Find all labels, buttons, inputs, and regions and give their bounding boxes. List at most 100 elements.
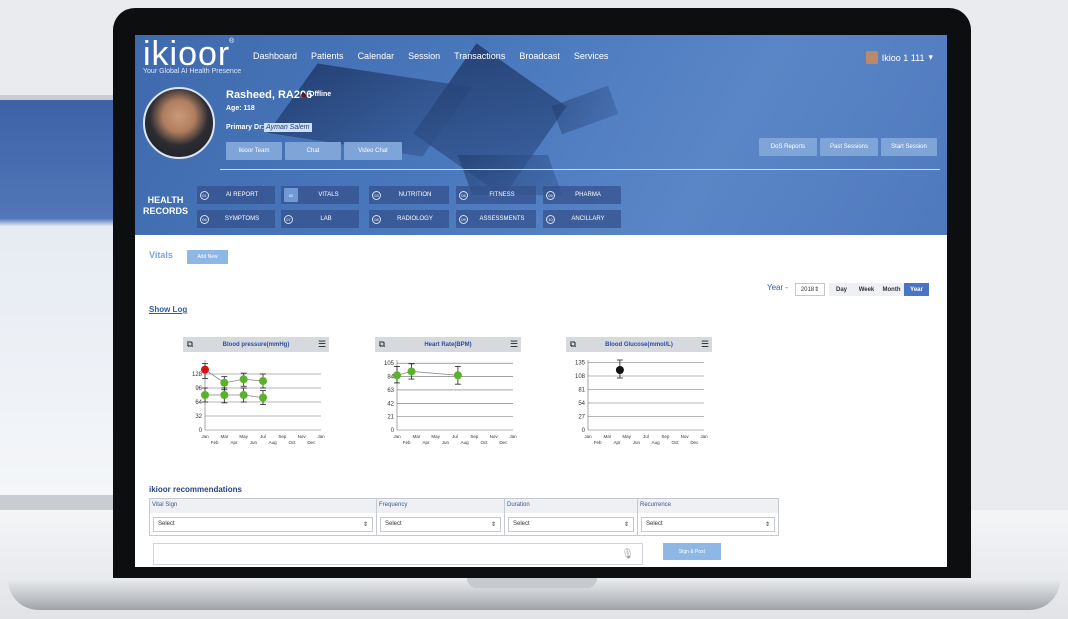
add-new-button[interactable]: Add New <box>187 250 228 264</box>
health-records-label: HEALTH RECORDS <box>143 195 188 217</box>
tab-lab[interactable]: 07 LAB <box>281 210 359 228</box>
user-menu[interactable]: Ikioo 1 111 ▾ <box>865 51 933 64</box>
menu-icon[interactable]: ☰ <box>315 339 329 350</box>
frequency-select[interactable]: Select ⇕ <box>380 516 501 532</box>
nav-services[interactable]: Services <box>574 51 609 61</box>
expand-icon[interactable]: ⧉ <box>375 339 389 350</box>
data-point <box>259 377 267 385</box>
cell: Select ⇕ <box>377 513 505 535</box>
duration-select[interactable]: Select ⇕ <box>508 516 634 532</box>
menu-icon[interactable]: ☰ <box>507 339 521 350</box>
x-tick-label: Dec <box>307 440 316 445</box>
tab-label: SYMPTOMS <box>224 216 260 222</box>
nav-session[interactable]: Session <box>408 51 440 61</box>
select-caret-icon: ⇕ <box>362 521 368 528</box>
y-tick-label: 21 <box>387 415 394 421</box>
menu-icon[interactable]: ☰ <box>698 339 712 350</box>
registered-mark: ® <box>229 38 235 45</box>
year-select[interactable]: 2018 ⇕ <box>795 283 825 296</box>
tab-assessments[interactable]: 09 ASSESSMENTS <box>456 210 536 228</box>
period-day[interactable]: Day <box>829 283 854 296</box>
data-point <box>239 375 248 384</box>
select-caret-icon: ⇕ <box>764 521 770 528</box>
tab-radiology[interactable]: 08 RADIOLOGY <box>369 210 449 228</box>
x-tick-label: Nov <box>298 434 307 439</box>
tab-vitals[interactable]: 02 VITALS <box>281 186 359 204</box>
select-value: Select <box>158 521 175 527</box>
tab-number: 01 <box>200 190 209 200</box>
nav-patients[interactable]: Patients <box>311 51 344 61</box>
chart-title: Blood Glucose(mmol/L) <box>605 341 673 348</box>
laptop-notch <box>467 578 597 588</box>
nav-calendar[interactable]: Calendar <box>358 51 395 61</box>
x-tick-label: Nov <box>681 434 690 439</box>
x-tick-label: Jan <box>317 434 325 439</box>
dos-reports-button[interactable]: DoS Reports <box>759 138 817 156</box>
nav-dashboard[interactable]: Dashboard <box>253 51 297 61</box>
health-records-line1: HEALTH <box>147 195 184 205</box>
y-tick-label: 81 <box>578 388 585 394</box>
show-log-link[interactable]: Show Log <box>149 305 187 314</box>
y-tick-label: 135 <box>575 361 586 367</box>
patient-age: Age: 118 <box>226 105 255 112</box>
tab-label: FITNESS <box>489 192 515 198</box>
period-year[interactable]: Year <box>904 283 929 296</box>
recommendation-note-input[interactable]: 🎙 <box>153 543 643 565</box>
tab-nutrition[interactable]: 03 NUTRITION <box>369 186 449 204</box>
tab-fitness[interactable]: 04 FITNESS <box>456 186 536 204</box>
primary-dr-name[interactable]: Ayman Salem <box>264 123 312 132</box>
tab-number: 10 <box>546 214 555 224</box>
x-tick-label: Jul <box>452 434 458 439</box>
tab-number: 06 <box>200 214 209 224</box>
microphone-icon[interactable]: 🎙 <box>621 549 634 560</box>
series-line <box>205 394 264 399</box>
col-recurrence: Recurrence <box>640 502 672 508</box>
vitals-title: Vitals <box>149 250 173 260</box>
cell: Select ⇕ <box>638 513 778 535</box>
main-nav: Dashboard Patients Calendar Session Tran… <box>253 51 608 61</box>
year-value: 2018 <box>800 286 815 293</box>
tab-label: PHARMA <box>575 192 601 198</box>
tab-number: 05 <box>546 190 555 200</box>
x-tick-label: May <box>431 434 440 439</box>
vital-sign-select[interactable]: Select ⇕ <box>153 516 373 532</box>
chevron-down-icon: ▾ <box>928 52 933 62</box>
user-name: Ikioo 1 111 <box>881 52 925 63</box>
tab-symptoms[interactable]: 06 SYMPTOMS <box>197 210 275 228</box>
nav-broadcast[interactable]: Broadcast <box>519 51 560 61</box>
x-tick-label: Mar <box>603 434 611 439</box>
period-week[interactable]: Week <box>854 283 879 296</box>
start-session-button[interactable]: Start Session <box>881 138 937 156</box>
x-tick-label: Oct <box>671 440 679 445</box>
tab-number: 08 <box>372 214 381 224</box>
background-laptop-screen <box>0 100 115 495</box>
tab-ai-report[interactable]: 01 AI REPORT <box>197 186 275 204</box>
past-sessions-button[interactable]: Past Sessions <box>820 138 878 156</box>
y-tick-label: 128 <box>192 372 203 378</box>
col-frequency: Frequency <box>377 499 505 513</box>
tab-label: LAB <box>320 216 332 222</box>
x-tick-label: Mar <box>220 434 228 439</box>
x-tick-label: Feb <box>594 440 602 445</box>
col-vital-sign: Vital Sign <box>150 499 377 513</box>
select-value: Select <box>513 521 530 527</box>
sign-and-post-button[interactable]: Sign & Post <box>663 543 721 560</box>
recurrence-select[interactable]: Select ⇕ <box>641 516 775 532</box>
series-line <box>204 369 264 384</box>
recommendations-title: ikioor recommendations <box>149 485 242 494</box>
patient-name: Rasheed, RA206 <box>226 89 313 101</box>
video-chat-button[interactable]: Video Chat <box>344 142 402 160</box>
app-screen: ikioor ® Your Global AI Health Presence … <box>135 35 947 567</box>
x-tick-label: Apr <box>230 440 238 445</box>
chat-button[interactable]: Chat <box>285 142 341 160</box>
tab-pharma[interactable]: 05 PHARMA <box>543 186 621 204</box>
expand-icon[interactable]: ⧉ <box>183 339 197 350</box>
ikioor-team-button[interactable]: Ikioor Team <box>226 142 282 160</box>
data-point <box>453 371 462 380</box>
tab-ancillary[interactable]: 10 ANCILLARY <box>543 210 621 228</box>
period-month[interactable]: Month <box>879 283 904 296</box>
nav-transactions[interactable]: Transactions <box>454 51 505 61</box>
expand-icon[interactable]: ⧉ <box>566 339 580 350</box>
select-caret-icon: ⇕ <box>814 287 820 293</box>
y-tick-label: 32 <box>195 414 202 420</box>
